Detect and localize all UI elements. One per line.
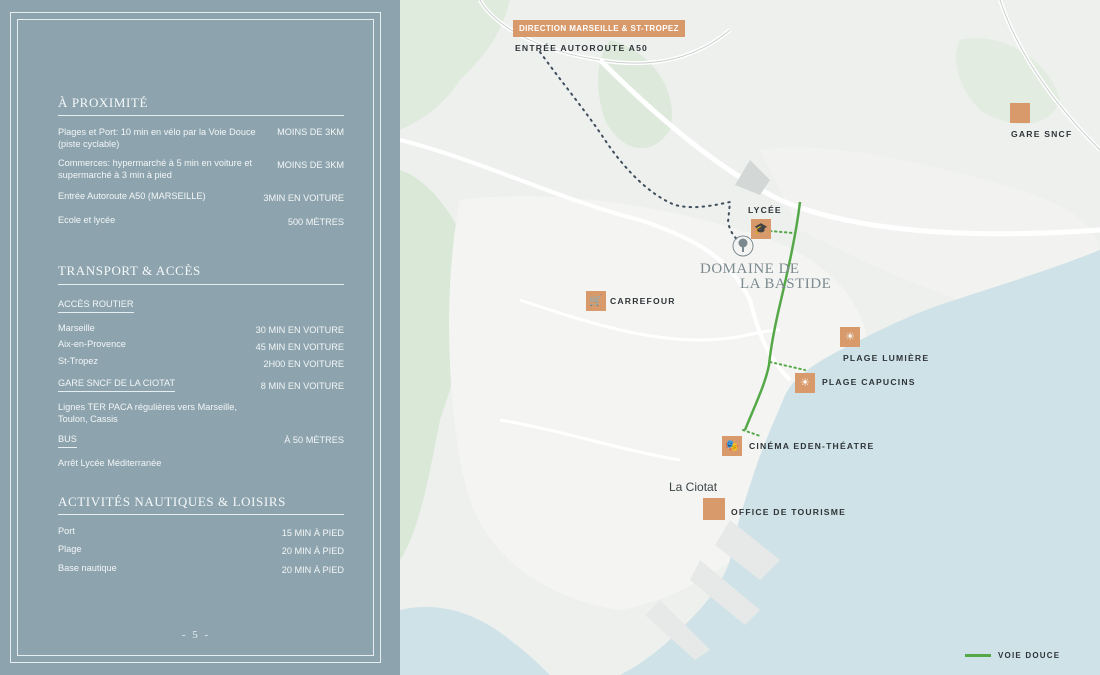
proximity-title: À PROXIMITÉ xyxy=(58,95,149,110)
legend-voie-douce-label: VOIE DOUCE xyxy=(998,651,1061,660)
leisure-row-value: 20 MIN À PIED xyxy=(281,565,344,575)
leisure-row-value: 20 MIN À PIED xyxy=(281,546,344,556)
road-row-label: Marseille xyxy=(58,323,95,333)
tourism-office-icon[interactable] xyxy=(703,498,725,520)
train-heading: GARE SNCF DE LA CIOTAT xyxy=(58,378,176,392)
leisure-divider xyxy=(58,514,344,515)
proximity-row-value: MOINS DE 3KM xyxy=(277,127,344,137)
leisure-row-label: Plage xyxy=(58,544,82,554)
leisure-title: ACTIVITÉS NAUTIQUES & LOISIRS xyxy=(58,494,286,509)
direction-tag: DIRECTION MARSEILLE & ST-TROPEZ xyxy=(513,20,685,37)
legend-voie-douce-swatch xyxy=(965,654,991,657)
town-label: La Ciotat xyxy=(669,480,718,494)
leisure-row-value: 15 MIN À PIED xyxy=(281,528,344,538)
bus-value: À 50 MÈTRES xyxy=(284,435,344,445)
road-row-label: Aix-en-Provence xyxy=(58,339,126,349)
proximity-divider xyxy=(58,115,344,116)
proximity-row-label: Commerces: hypermarché à 5 min en voitur… xyxy=(58,158,253,180)
info-panel: À PROXIMITÉ Plages et Port: 10 min en vé… xyxy=(0,0,400,675)
poi-label-cinema: CINÉMA EDEN-THÉATRE xyxy=(749,441,875,451)
theatre-masks-icon[interactable]: 🎭 xyxy=(722,436,742,456)
poi-label-carrefour: CARREFOUR xyxy=(610,296,676,306)
bus-heading: BUS xyxy=(58,434,77,448)
transport-title: TRANSPORT & ACCÈS xyxy=(58,263,201,278)
bus-text: Arrêt Lycée Méditerranée xyxy=(58,458,162,468)
page-number: - 5 - xyxy=(181,629,211,641)
proximity-row-label: Plages et Port: 10 min en vélo par la Vo… xyxy=(58,127,256,149)
map-area[interactable]: DIRECTION MARSEILLE & ST-TROPEZ ENTRÉE A… xyxy=(400,0,1100,675)
proximity-row-label: Entrée Autoroute A50 (MARSEILLE) xyxy=(58,191,206,201)
road-row-label: St-Tropez xyxy=(58,356,98,366)
domain-logo-line2: LA BASTIDE xyxy=(740,276,832,292)
poi-label-office: OFFICE DE TOURISME xyxy=(731,507,847,517)
leisure-row-label: Port xyxy=(58,526,75,536)
train-station-icon[interactable] xyxy=(1010,103,1030,123)
proximity-row-label: Ecole et lycée xyxy=(58,215,116,225)
poi-label-gare: GARE SNCF xyxy=(1011,129,1073,139)
train-value: 8 MIN EN VOITURE xyxy=(260,381,344,391)
poi-label-lycee: LYCÉE xyxy=(748,205,782,215)
map-base xyxy=(400,0,1100,675)
domain-logo-line1: DOMAINE DE xyxy=(700,261,800,277)
leisure-row-label: Base nautique xyxy=(58,563,117,573)
shopping-cart-icon[interactable]: 🛒 xyxy=(586,291,606,311)
poi-label-plage-capucins: PLAGE CAPUCINS xyxy=(822,377,916,387)
domain-logo: DOMAINE DE LA BASTIDE xyxy=(700,262,831,292)
transport-divider xyxy=(58,284,344,285)
poi-label-plage-lumiere: PLAGE LUMIÈRE xyxy=(843,353,930,363)
highway-label: ENTRÉE AUTOROUTE A50 xyxy=(515,43,649,53)
proximity-row-value: MOINS DE 3KM xyxy=(277,160,344,170)
road-row-value: 2H00 EN VOITURE xyxy=(263,359,344,369)
road-row-value: 45 MIN EN VOITURE xyxy=(255,342,344,352)
train-text: Lignes TER PACA régulières vers Marseill… xyxy=(58,402,237,424)
proximity-row-value: 3MIN EN VOITURE xyxy=(263,193,344,203)
road-access-heading: ACCÈS ROUTIER xyxy=(58,299,134,313)
proximity-row-value: 500 MÈTRES xyxy=(287,217,344,227)
graduation-cap-icon[interactable]: 🎓 xyxy=(751,219,771,239)
sun-icon[interactable]: ☀ xyxy=(840,327,860,347)
road-row-value: 30 MIN EN VOITURE xyxy=(255,325,344,335)
sun-icon[interactable]: ☀ xyxy=(795,373,815,393)
